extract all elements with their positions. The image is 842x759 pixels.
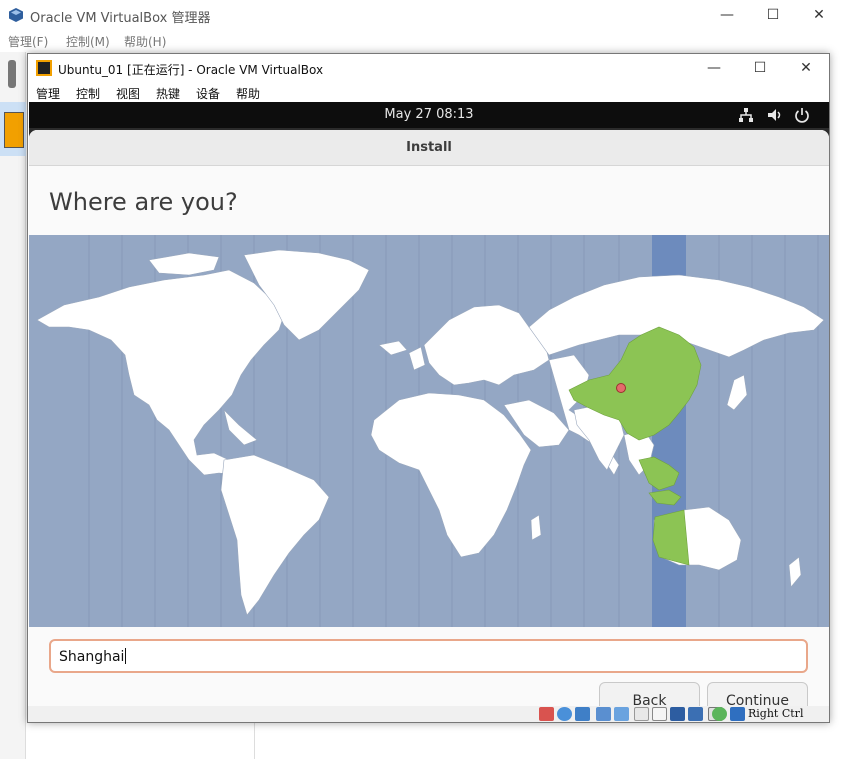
timezone-map[interactable]	[29, 235, 829, 627]
manager-minimize-button[interactable]: —	[704, 0, 750, 30]
installer-title: Install	[406, 140, 452, 155]
vm-menu-help[interactable]: 帮助	[236, 85, 260, 102]
vm-menu-bar: 管理 控制 视图 热键 设备 帮助	[28, 82, 829, 102]
location-input-value: Shanghai	[59, 649, 125, 665]
vm-title-bar[interactable]: Ubuntu_01 [正在运行] - Oracle VM VirtualBox …	[28, 54, 829, 82]
installer-header: Install	[29, 130, 829, 166]
recording-icon[interactable]	[670, 707, 685, 721]
arrow-down-icon[interactable]	[730, 707, 745, 721]
audio-icon[interactable]	[575, 707, 590, 721]
vm-menu-devices[interactable]: 设备	[196, 85, 220, 102]
continue-button[interactable]: Continue	[707, 682, 808, 706]
vm-window-icon	[36, 60, 52, 76]
vm-menu-machine[interactable]: 控制	[76, 85, 100, 102]
vm-minimize-button[interactable]: —	[691, 54, 737, 82]
ubuntu-vm-icon	[4, 112, 24, 148]
vm-close-button[interactable]: ✕	[783, 54, 829, 82]
display-icon[interactable]	[652, 707, 667, 721]
vm-menu-view[interactable]: 视图	[116, 85, 140, 102]
host-key-label: Right Ctrl	[748, 707, 804, 720]
vm-status-bar: Right Ctrl	[28, 706, 829, 722]
network-icon[interactable]	[737, 106, 755, 124]
manager-menu-machine[interactable]: 控制(M)	[66, 33, 110, 50]
back-button[interactable]: Back	[599, 682, 700, 706]
location-pin-icon	[616, 383, 626, 393]
usb-icon[interactable]	[614, 707, 629, 721]
vrde-icon[interactable]	[688, 707, 703, 721]
vm-menu-file[interactable]: 管理	[36, 85, 60, 102]
shared-folder-icon[interactable]	[634, 707, 649, 721]
vm-title: Ubuntu_01 [正在运行] - Oracle VM VirtualBox	[58, 63, 324, 77]
network-icon[interactable]	[596, 707, 611, 721]
manager-divider	[254, 720, 255, 759]
manager-maximize-button[interactable]: ☐	[750, 0, 796, 30]
optical-icon[interactable]	[557, 707, 572, 721]
gnome-top-bar: May 27 08:13	[29, 102, 829, 128]
manager-title-bar[interactable]: Oracle VM VirtualBox 管理器 — ☐ ✕	[0, 0, 842, 30]
installer-window: Install Where are you? Shanghai Back Con…	[29, 130, 829, 706]
manager-menu-file[interactable]: 管理(F)	[8, 33, 48, 50]
vm-maximize-button[interactable]: ☐	[737, 54, 783, 82]
clock[interactable]: May 27 08:13	[29, 107, 829, 122]
tools-icon[interactable]	[8, 60, 16, 88]
manager-menu-bar: 管理(F) 控制(M) 帮助(H)	[0, 30, 842, 52]
vm-menu-input[interactable]: 热键	[156, 85, 180, 102]
manager-vm-list	[0, 52, 26, 759]
manager-close-button[interactable]: ✕	[796, 0, 842, 30]
mouse-integration-icon[interactable]	[712, 707, 727, 721]
page-title: Where are you?	[49, 188, 238, 216]
manager-menu-help[interactable]: 帮助(H)	[124, 33, 166, 50]
vm-window: Ubuntu_01 [正在运行] - Oracle VM VirtualBox …	[27, 53, 830, 723]
power-icon[interactable]	[793, 106, 811, 124]
volume-icon[interactable]	[766, 106, 784, 124]
guest-display[interactable]: May 27 08:13 Install Where are you? Shan…	[29, 102, 829, 706]
virtualbox-logo-icon	[9, 8, 23, 22]
manager-title: Oracle VM VirtualBox 管理器	[30, 11, 211, 26]
location-input[interactable]: Shanghai	[49, 639, 808, 673]
hdd-icon[interactable]	[539, 707, 554, 721]
text-caret	[125, 648, 127, 664]
